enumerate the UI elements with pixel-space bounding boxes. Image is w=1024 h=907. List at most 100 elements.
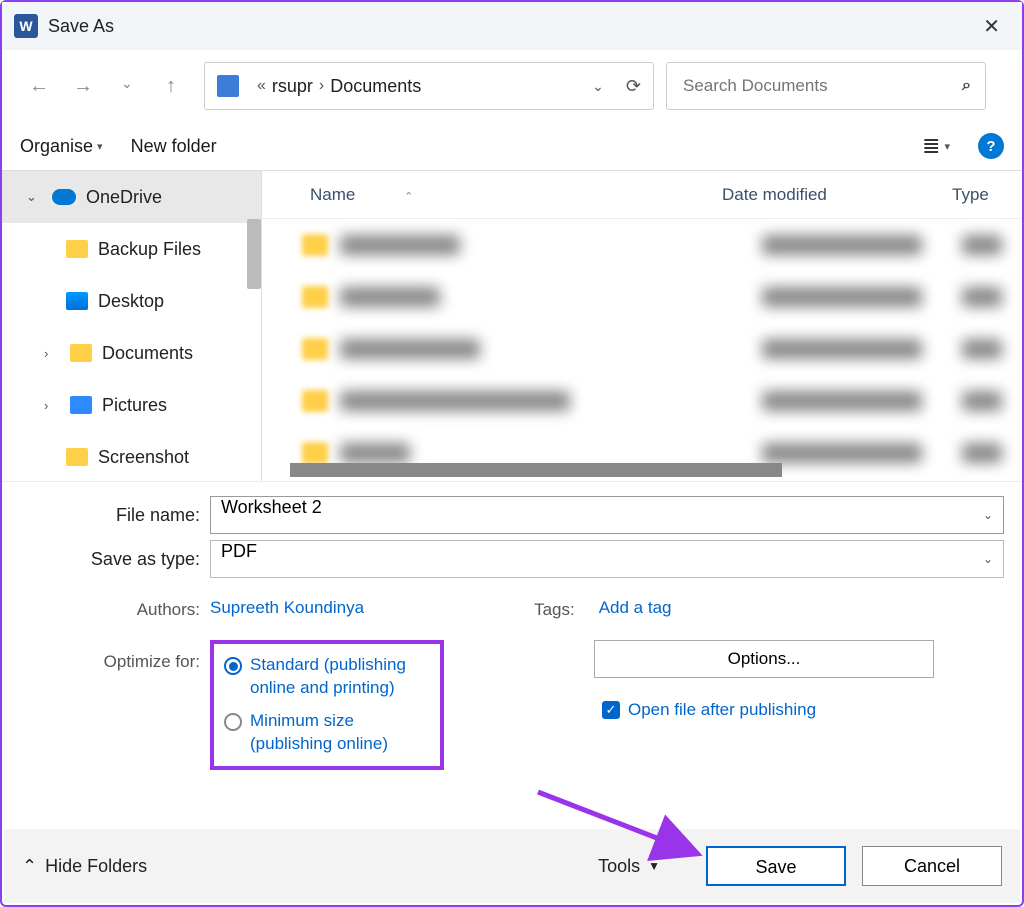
- address-bar[interactable]: « rsupr › Documents ⌄ ⟳: [204, 62, 654, 110]
- tree-item-screenshot[interactable]: Screenshot: [2, 431, 261, 481]
- tree-item-backup[interactable]: Backup Files: [2, 223, 261, 275]
- authors-value[interactable]: Supreeth Koundinya: [210, 598, 364, 618]
- tags-value[interactable]: Add a tag: [599, 598, 672, 620]
- column-type[interactable]: Type: [952, 185, 1022, 205]
- file-list-body: [262, 219, 1022, 481]
- refresh-icon[interactable]: ⟳: [626, 76, 641, 97]
- tree-item-pictures[interactable]: › Pictures: [2, 379, 261, 431]
- tree-item-onedrive[interactable]: ⌄ OneDrive: [2, 171, 261, 223]
- help-icon[interactable]: ?: [978, 133, 1004, 159]
- tree-label: OneDrive: [86, 187, 162, 208]
- dialog-footer: ⌃ Hide Folders Tools ▼ Save Cancel: [4, 829, 1020, 903]
- location-icon: [217, 75, 239, 97]
- save-button[interactable]: Save: [706, 846, 846, 886]
- new-folder-button[interactable]: New folder: [131, 136, 217, 157]
- tree-label: Screenshot: [98, 447, 189, 468]
- radio-standard[interactable]: Standard (publishing online and printing…: [224, 654, 424, 700]
- breadcrumb-current[interactable]: Documents: [330, 76, 421, 97]
- list-view-icon: ≣: [922, 133, 940, 159]
- dropdown-caret-icon[interactable]: ⌄: [983, 552, 993, 566]
- checkbox-checked-icon: ✓: [602, 701, 620, 719]
- hide-folders-button[interactable]: ⌃ Hide Folders: [22, 856, 147, 877]
- list-item[interactable]: [262, 219, 1022, 271]
- new-folder-label: New folder: [131, 136, 217, 157]
- toolbar: Organise ▾ New folder ≣ ▾ ?: [2, 122, 1022, 170]
- radio-standard-label: Standard (publishing online and printing…: [250, 654, 424, 700]
- options-button[interactable]: Options...: [594, 640, 934, 678]
- optimize-label: Optimize for:: [20, 640, 210, 672]
- tree-label: Desktop: [98, 291, 164, 312]
- title-bar: W Save As ✕: [2, 2, 1022, 50]
- saveastype-select[interactable]: PDF ⌄: [210, 540, 1004, 578]
- caret-down-icon: ▼: [648, 859, 660, 873]
- open-after-label: Open file after publishing: [628, 700, 816, 720]
- window-title: Save As: [48, 16, 973, 37]
- tree-label: Pictures: [102, 395, 167, 416]
- saveastype-value: PDF: [221, 541, 257, 561]
- filename-value: Worksheet 2: [221, 497, 322, 517]
- radio-unselected-icon: [224, 713, 242, 731]
- tree-item-desktop[interactable]: Desktop: [2, 275, 261, 327]
- file-list-header: Name ⌃ Date modified Type: [262, 171, 1022, 219]
- cancel-button[interactable]: Cancel: [862, 846, 1002, 886]
- onedrive-icon: [52, 189, 76, 205]
- chevron-right-icon: ›: [44, 346, 60, 361]
- radio-minimum-label: Minimum size (publishing online): [250, 710, 424, 756]
- filename-label: File name:: [20, 505, 210, 526]
- caret-down-icon: ▾: [97, 140, 103, 153]
- recent-dropdown-icon[interactable]: ⌄: [116, 75, 138, 98]
- view-mode-button[interactable]: ≣ ▾: [922, 133, 950, 159]
- forward-icon[interactable]: →: [72, 75, 94, 98]
- search-icon[interactable]: ⌕: [962, 77, 971, 95]
- save-form: File name: Worksheet 2 ⌄ Save as type: P…: [2, 482, 1022, 770]
- chevron-right-icon: «: [257, 77, 266, 95]
- organise-button[interactable]: Organise ▾: [20, 136, 103, 157]
- file-list[interactable]: Name ⌃ Date modified Type: [262, 171, 1022, 481]
- tree-label: Documents: [102, 343, 193, 364]
- desktop-icon: [66, 292, 88, 310]
- tools-dropdown[interactable]: Tools ▼: [598, 856, 660, 877]
- sort-caret-icon: ⌃: [404, 191, 413, 203]
- folder-icon: [70, 344, 92, 362]
- chevron-up-icon: ⌃: [22, 856, 37, 877]
- radio-minimum[interactable]: Minimum size (publishing online): [224, 710, 424, 756]
- back-icon[interactable]: ←: [28, 75, 50, 98]
- dropdown-caret-icon[interactable]: ⌄: [983, 508, 993, 522]
- chevron-down-icon: ⌄: [26, 189, 42, 205]
- column-name[interactable]: Name ⌃: [262, 185, 722, 205]
- tree-item-documents[interactable]: › Documents: [2, 327, 261, 379]
- word-app-icon: W: [14, 14, 38, 38]
- pictures-icon: [70, 396, 92, 414]
- up-icon[interactable]: ↑: [160, 75, 182, 98]
- saveastype-label: Save as type:: [20, 549, 210, 570]
- search-box[interactable]: ⌕: [666, 62, 986, 110]
- folder-tree[interactable]: ⌄ OneDrive Backup Files Desktop › Docume…: [2, 171, 262, 481]
- navigation-row: ← → ⌄ ↑ « rsupr › Documents ⌄ ⟳ ⌕: [2, 50, 1022, 122]
- list-item[interactable]: [262, 375, 1022, 427]
- chevron-right-icon: ›: [44, 398, 60, 413]
- search-input[interactable]: [681, 75, 962, 97]
- optimize-radio-group: Standard (publishing online and printing…: [210, 640, 444, 770]
- folder-icon: [66, 448, 88, 466]
- breadcrumb-parent[interactable]: rsupr: [272, 76, 313, 97]
- open-after-checkbox[interactable]: ✓ Open file after publishing: [594, 700, 934, 720]
- tags-label: Tags:: [534, 598, 585, 620]
- horizontal-scrollbar[interactable]: [290, 463, 782, 477]
- radio-selected-icon: [224, 657, 242, 675]
- list-item[interactable]: [262, 323, 1022, 375]
- hide-folders-label: Hide Folders: [45, 856, 147, 877]
- filename-input[interactable]: Worksheet 2 ⌄: [210, 496, 1004, 534]
- tools-label: Tools: [598, 856, 640, 877]
- explorer-pane: ⌄ OneDrive Backup Files Desktop › Docume…: [2, 170, 1022, 482]
- tree-label: Backup Files: [98, 239, 201, 260]
- list-item[interactable]: [262, 271, 1022, 323]
- address-dropdown-icon[interactable]: ⌄: [592, 78, 604, 95]
- caret-down-icon: ▾: [944, 140, 950, 153]
- authors-label: Authors:: [20, 598, 210, 620]
- organise-label: Organise: [20, 136, 93, 157]
- close-icon[interactable]: ✕: [973, 10, 1010, 43]
- chevron-right-icon: ›: [319, 77, 324, 95]
- column-date[interactable]: Date modified: [722, 185, 952, 205]
- folder-icon: [66, 240, 88, 258]
- scrollbar-thumb[interactable]: [247, 219, 261, 289]
